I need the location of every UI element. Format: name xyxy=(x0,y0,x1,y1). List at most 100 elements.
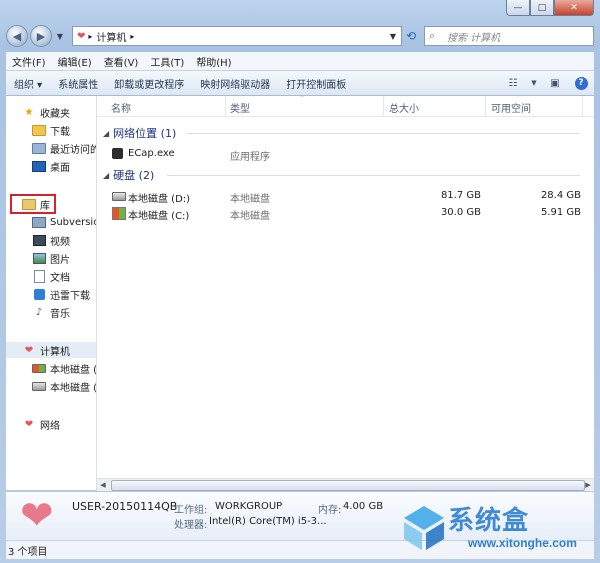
nav-favorites-label: 收藏夹 xyxy=(40,108,70,120)
nav-network[interactable]: ❤ 网络 xyxy=(22,416,60,432)
column-headers: 名称 类型 ⌃ 总大小 可用空间 xyxy=(97,96,594,117)
menu-file[interactable]: 文件(F) xyxy=(6,54,52,69)
star-icon: ★ xyxy=(24,106,34,118)
navigation-pane: ★ 收藏夹 下载 最近访问的 桌面 库 Subversion 视频 xyxy=(6,96,97,490)
group-network-location-label: 网络位置 (1) xyxy=(113,127,177,140)
nav-downloads[interactable]: 下载 xyxy=(32,122,70,138)
command-bar: 组织 ▾ 系统属性 卸载或更改程序 映射网络驱动器 打开控制面板 ☷ ▼ ▣ ? xyxy=(6,71,594,96)
breadcrumb-separator-icon: ▸ xyxy=(88,31,93,41)
maximize-button[interactable]: □ xyxy=(530,0,554,16)
nav-pictures[interactable]: 图片 xyxy=(32,250,70,266)
desktop-icon xyxy=(32,160,46,172)
menu-tools[interactable]: 工具(T) xyxy=(144,54,190,69)
nav-recent-label: 最近访问的 xyxy=(50,144,97,156)
column-divider[interactable] xyxy=(225,96,226,116)
collapse-triangle-icon: ◢ xyxy=(103,170,110,180)
list-item-ecap[interactable]: ECap.exe 应用程序 xyxy=(97,146,594,163)
memory-label: 内存: xyxy=(318,505,342,516)
refresh-icon[interactable]: ⟲ xyxy=(402,29,420,43)
download-folder-icon xyxy=(32,124,46,136)
menu-edit[interactable]: 编辑(E) xyxy=(52,54,98,69)
group-hard-disk[interactable]: ◢ 硬盘 (2) xyxy=(103,166,154,184)
nav-documents[interactable]: 文档 xyxy=(32,268,70,284)
nav-recent[interactable]: 最近访问的 xyxy=(32,140,97,156)
menu-view[interactable]: 查看(V) xyxy=(98,54,145,69)
nav-thunder-downloads[interactable]: 迅雷下载 xyxy=(32,286,90,302)
organize-button[interactable]: 组织 ▾ xyxy=(6,76,50,91)
subversion-icon xyxy=(32,216,46,228)
column-free-space[interactable]: 可用空间 xyxy=(491,100,531,115)
nav-subversion[interactable]: Subversion xyxy=(32,214,96,230)
scroll-right-icon[interactable]: ▶ xyxy=(582,479,594,491)
hard-disk-icon xyxy=(32,380,46,392)
address-dropdown-icon[interactable]: ▼ xyxy=(385,32,401,41)
column-type[interactable]: 类型 xyxy=(230,100,250,115)
nav-disk-d-label: 本地磁盘 (D xyxy=(50,382,97,394)
address-row: ◀ ▶ ▼ ❤ ▸ 计算机 ▸ ▼ ⟲ ⌕ 搜索 计算机 xyxy=(6,24,594,48)
menu-help[interactable]: 帮助(H) xyxy=(190,54,237,69)
list-item-disk-d[interactable]: 本地磁盘 (D:) 本地磁盘 81.7 GB 28.4 GB xyxy=(97,188,594,205)
disk-c-name: 本地磁盘 (C:) xyxy=(128,211,190,222)
search-placeholder: 搜索 计算机 xyxy=(447,32,501,44)
breadcrumb-chevron-icon[interactable]: ▸ xyxy=(130,32,134,41)
nav-computer[interactable]: ❤ 计算机 xyxy=(6,342,96,358)
nav-videos[interactable]: 视频 xyxy=(32,232,70,248)
map-network-drive-button[interactable]: 映射网络驱动器 xyxy=(192,76,278,91)
group-divider xyxy=(167,175,580,176)
nav-music[interactable]: ♪ 音乐 xyxy=(32,304,70,320)
uninstall-program-button[interactable]: 卸载或更改程序 xyxy=(106,76,192,91)
column-divider[interactable] xyxy=(582,96,583,116)
workgroup-label: 工作组: xyxy=(174,505,208,516)
system-properties-button[interactable]: 系统属性 xyxy=(50,76,106,91)
workgroup-value: WORKGROUP xyxy=(215,501,283,512)
nav-documents-label: 文档 xyxy=(50,272,70,284)
address-bar[interactable]: ❤ ▸ 计算机 ▸ ▼ xyxy=(72,26,402,46)
list-item-disk-c[interactable]: 本地磁盘 (C:) 本地磁盘 30.0 GB 5.91 GB xyxy=(97,205,594,222)
preview-pane-icon[interactable]: ▣ xyxy=(546,75,564,91)
help-button[interactable]: ? xyxy=(572,75,590,91)
column-divider[interactable] xyxy=(383,96,384,116)
nav-desktop[interactable]: 桌面 xyxy=(32,158,70,174)
thunder-icon xyxy=(32,288,46,300)
nav-computer-label: 计算机 xyxy=(40,346,70,358)
scroll-left-icon[interactable]: ◀ xyxy=(97,479,109,491)
video-icon xyxy=(32,234,46,246)
hard-disk-icon xyxy=(112,192,126,201)
xitonghe-logo-icon xyxy=(404,506,444,550)
nav-favorites[interactable]: ★ 收藏夹 xyxy=(22,104,70,120)
search-input[interactable]: ⌕ 搜索 计算机 xyxy=(424,26,594,46)
view-dropdown-icon[interactable]: ▼ xyxy=(530,75,538,91)
forward-button[interactable]: ▶ xyxy=(30,25,52,47)
processor-value: Intel(R) Core(TM) i5-3... xyxy=(209,516,327,527)
change-view-icon[interactable]: ☷ xyxy=(504,75,522,91)
back-arrow-icon: ◀ xyxy=(12,29,22,43)
window-controls: — □ ✕ xyxy=(506,0,594,16)
disk-d-type: 本地磁盘 xyxy=(230,194,270,205)
nav-network-label: 网络 xyxy=(40,420,60,432)
processor-label: 处理器: xyxy=(174,520,208,531)
horizontal-scrollbar[interactable]: ◀ ▶ xyxy=(97,478,594,491)
column-name[interactable]: 名称 xyxy=(111,100,131,115)
nav-disk-c[interactable]: 本地磁盘 (C xyxy=(32,360,97,376)
group-network-location[interactable]: ◢ 网络位置 (1) xyxy=(103,124,176,142)
column-divider[interactable] xyxy=(485,96,486,116)
history-dropdown-icon[interactable]: ▼ xyxy=(54,32,66,41)
file-list-pane: 名称 类型 ⌃ 总大小 可用空间 ◢ 网络位置 (1) ECap.exe 应用程… xyxy=(97,96,594,490)
nav-disk-d[interactable]: 本地磁盘 (D xyxy=(32,378,97,394)
watermark: 系统盒 www.xitonghe.com xyxy=(402,498,592,560)
scrollbar-thumb[interactable] xyxy=(111,480,585,491)
watermark-url: www.xitonghe.com xyxy=(468,536,577,550)
ecap-name: ECap.exe xyxy=(128,148,175,159)
nav-disk-c-label: 本地磁盘 (C xyxy=(50,364,97,376)
minimize-button[interactable]: — xyxy=(506,0,530,16)
back-button[interactable]: ◀ xyxy=(6,25,28,47)
nav-downloads-label: 下载 xyxy=(50,126,70,138)
sort-indicator-icon: ⌃ xyxy=(299,96,305,102)
network-heart-icon: ❤ xyxy=(24,418,34,430)
nav-pictures-label: 图片 xyxy=(50,254,70,266)
close-button[interactable]: ✕ xyxy=(554,0,594,16)
column-total-size[interactable]: 总大小 xyxy=(389,100,419,115)
disk-c-free: 5.91 GB xyxy=(540,207,581,218)
breadcrumb-computer[interactable]: 计算机 xyxy=(96,29,126,44)
open-control-panel-button[interactable]: 打开控制面板 xyxy=(278,76,354,91)
